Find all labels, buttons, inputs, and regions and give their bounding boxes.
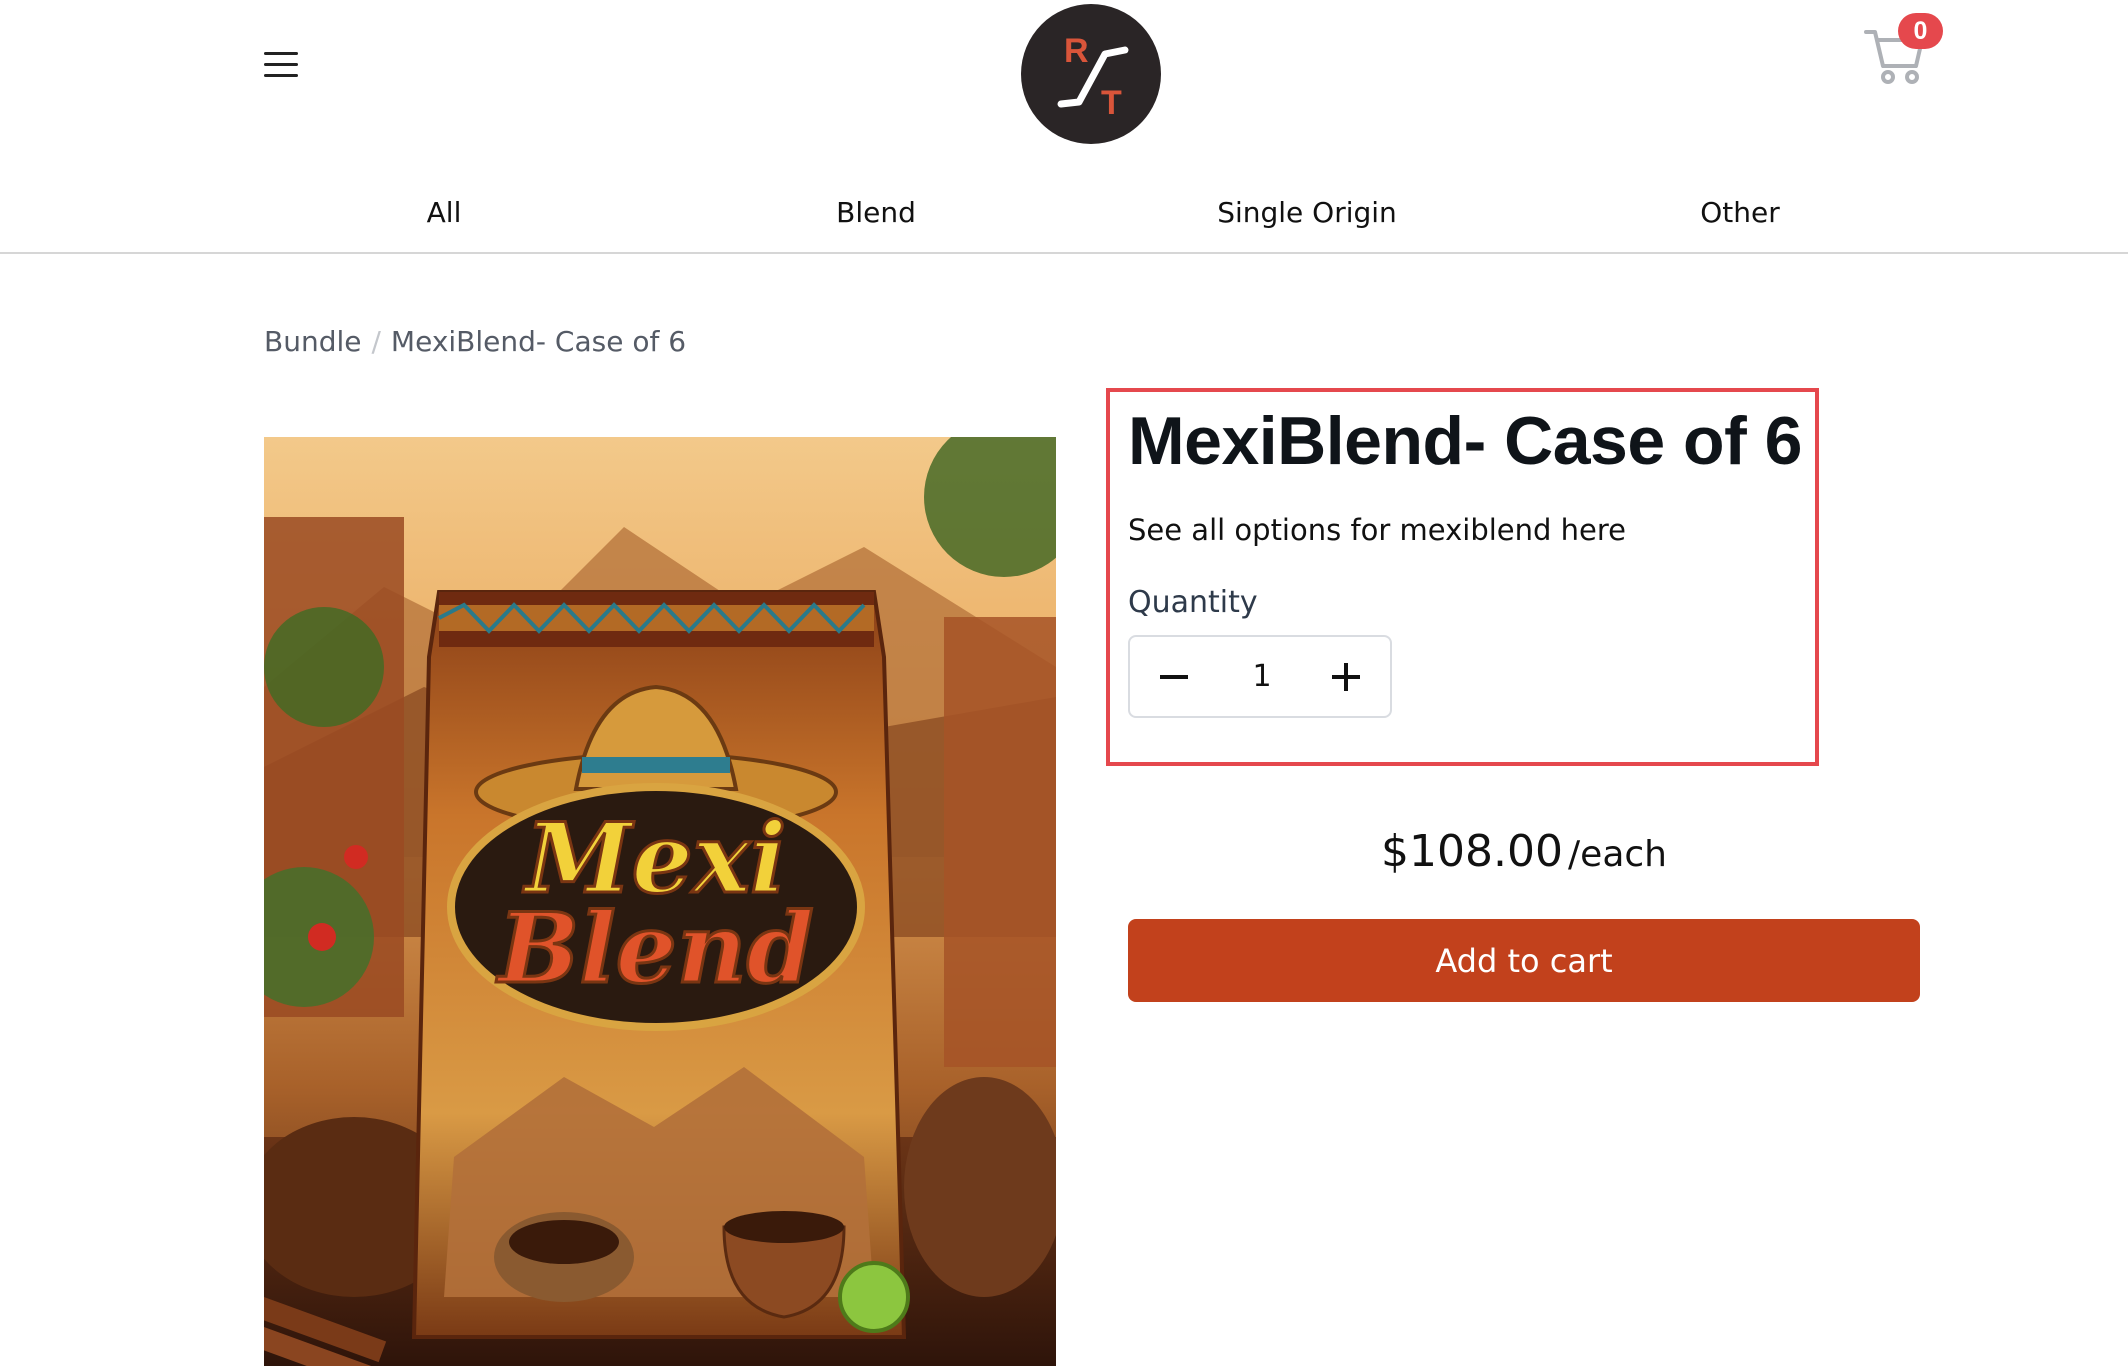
decrement-button[interactable] [1130, 637, 1218, 716]
nav-item-other[interactable]: Other [1700, 196, 1780, 229]
menu-icon[interactable] [264, 50, 298, 78]
quantity-value[interactable]: 1 [1218, 637, 1306, 716]
product-title: MexiBlend- Case of 6 [1128, 403, 1802, 479]
minus-icon [1160, 674, 1188, 679]
logo-letter-t: T [1101, 84, 1122, 122]
product-image: Mexi Blend [264, 437, 1056, 1366]
plus-icon [1332, 662, 1360, 691]
options-link[interactable]: See all options for mexiblend here [1128, 513, 1626, 547]
nav-item-single-origin[interactable]: Single Origin [1217, 196, 1397, 229]
price-unit: /each [1568, 834, 1667, 875]
category-nav: All Blend Single Origin Other [0, 190, 2128, 254]
breadcrumb-separator: / [371, 325, 381, 358]
price: $108.00 /each [1128, 826, 1920, 877]
breadcrumb-item-bundle[interactable]: Bundle [264, 325, 361, 358]
breadcrumb-item-current: MexiBlend- Case of 6 [390, 325, 687, 358]
logo-letter-r: R [1064, 32, 1089, 70]
cart-count-badge: 0 [1898, 13, 1943, 49]
add-to-cart-button[interactable]: Add to cart [1128, 919, 1920, 1002]
price-amount: $108.00 [1381, 826, 1563, 877]
breadcrumb: Bundle / MexiBlend- Case of 6 [264, 325, 686, 358]
nav-item-blend[interactable]: Blend [836, 196, 916, 229]
increment-button[interactable] [1302, 637, 1390, 716]
logo[interactable]: R T [1021, 4, 1161, 144]
quantity-stepper: 1 [1128, 635, 1392, 718]
product-image-brand-line2: Blend [495, 892, 814, 1005]
nav-item-all[interactable]: All [427, 196, 462, 229]
quantity-label: Quantity [1128, 585, 1258, 620]
